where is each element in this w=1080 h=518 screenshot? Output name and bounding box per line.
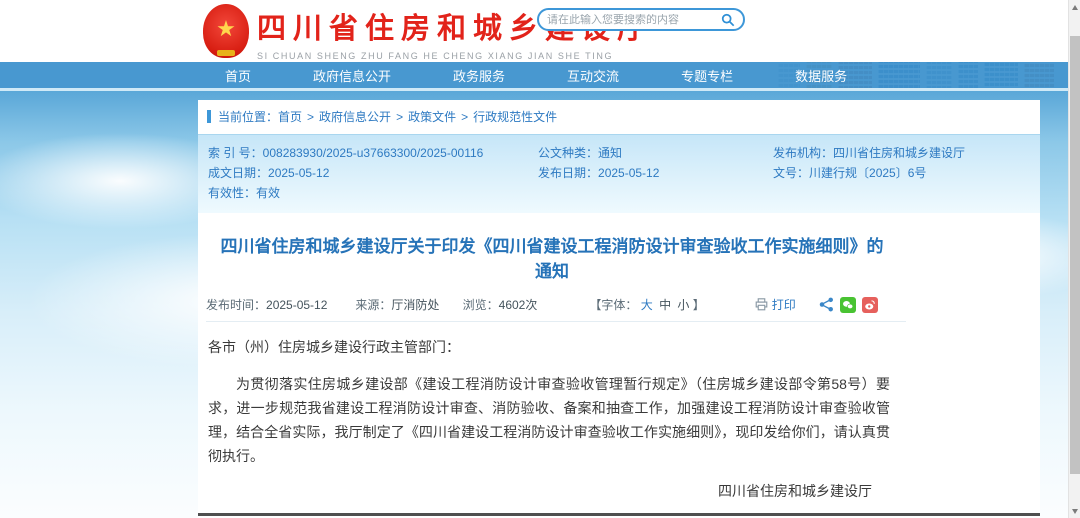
main-nav: 首页 政府信息公开 政务服务 互动交流 专题专栏 数据服务 [0, 62, 1068, 91]
breadcrumb-separator: > [307, 109, 315, 124]
weibo-share-icon[interactable] [862, 296, 878, 313]
nav-item-services[interactable]: 政务服务 [453, 66, 505, 85]
scroll-down-arrow[interactable] [1069, 504, 1080, 518]
footer-divider [198, 513, 1040, 516]
meta-index-number: 索 引 号：008283930/2025-u37663300/2025-0011… [208, 146, 484, 160]
breadcrumb-label: 当前位置： [218, 110, 279, 124]
share-icon[interactable] [819, 297, 834, 312]
print-button[interactable]: 打印 [755, 296, 796, 313]
document-meta-box: 索 引 号：008283930/2025-u37663300/2025-0011… [198, 134, 1040, 213]
breadcrumb-item-policy-docs[interactable]: 政策文件 [408, 108, 456, 125]
emblem-star-icon: ★ [216, 16, 236, 41]
meta-issuing-agency: 发布机构：四川省住房和城乡建设厅 [773, 146, 966, 160]
printer-icon [755, 298, 768, 311]
breadcrumb-item-regulatory-docs[interactable]: 行政规范性文件 [473, 108, 557, 125]
article: 四川省住房和城乡建设厅关于印发《四川省建设工程消防设计审查验收工作实施细则》的通… [198, 232, 906, 518]
article-title: 四川省住房和城乡建设厅关于印发《四川省建设工程消防设计审查验收工作实施细则》的通… [220, 237, 884, 281]
breadcrumb-separator: > [396, 109, 404, 124]
content-panel: 当前位置： 首页 > 政府信息公开 > 政策文件 > 行政规范性文件 索 引 号… [198, 100, 1040, 518]
article-signature: 四川省住房和城乡建设厅 [718, 483, 872, 499]
meta-written-date: 成文日期：2025-05-12 [208, 166, 330, 180]
nav-item-interaction[interactable]: 互动交流 [567, 66, 619, 85]
breadcrumb: 当前位置： 首页 > 政府信息公开 > 政策文件 > 行政规范性文件 [198, 100, 1040, 129]
article-salutation: 各市（州）住房城乡建设行政主管部门： [208, 339, 460, 355]
share-icons [819, 296, 878, 313]
breadcrumb-accent-bar [207, 110, 211, 123]
national-emblem-logo: ★ [203, 4, 249, 58]
font-label: 【字体： [589, 298, 638, 312]
article-info-bar: 发布时间：2025-05-12 来源：厅消防处 浏览：4602次 【字体： 大 … [206, 296, 878, 313]
scrollbar[interactable] [1068, 0, 1080, 518]
font-size-large-button[interactable]: 大 [641, 298, 653, 312]
font-label-close: 】 [692, 298, 705, 312]
view-count: 浏览：4602次 [462, 298, 538, 312]
meta-doc-number: 文号：川建行规〔2025〕6号 [773, 166, 927, 180]
nav-item-gov-info[interactable]: 政府信息公开 [313, 66, 391, 85]
article-paragraph: 为贯彻落实住房城乡建设部《建设工程消防设计审查验收管理暂行规定》（住房城乡建设部… [208, 376, 890, 464]
site-header: ★ 四川省住房和城乡建设厅 SI CHUAN SHENG ZHU FANG HE… [0, 0, 1068, 62]
meta-publish-date: 发布日期：2025-05-12 [538, 166, 660, 180]
scroll-up-arrow[interactable] [1069, 0, 1080, 14]
search-input[interactable] [547, 13, 721, 26]
meta-validity: 有效性：有效 [208, 186, 281, 200]
font-size-medium-button[interactable]: 中 [659, 298, 671, 312]
page: ★ 四川省住房和城乡建设厅 SI CHUAN SHENG ZHU FANG HE… [0, 0, 1080, 518]
meta-doc-type: 公文种类：通知 [538, 146, 623, 160]
nav-item-home[interactable]: 首页 [225, 66, 251, 85]
breadcrumb-item-home[interactable]: 首页 [278, 108, 302, 125]
breadcrumb-item-gov-info[interactable]: 政府信息公开 [319, 108, 391, 125]
breadcrumb-separator: > [461, 109, 469, 124]
wechat-share-icon[interactable] [840, 296, 856, 313]
article-source: 来源：厅消防处 [355, 298, 440, 312]
publish-time: 发布时间：2025-05-12 [206, 298, 328, 312]
font-size-small-button[interactable]: 小 [677, 298, 689, 312]
site-subtitle: SI CHUAN SHENG ZHU FANG HE CHENG XIANG J… [257, 51, 614, 61]
font-size-switcher: 【字体： 大 中 小 】 [589, 296, 704, 313]
info-divider [206, 321, 906, 322]
nav-item-data-services[interactable]: 数据服务 [795, 66, 847, 85]
nav-item-special-topics[interactable]: 专题专栏 [681, 66, 733, 85]
search-box[interactable] [537, 8, 745, 31]
search-icon[interactable] [721, 13, 735, 27]
scrollbar-thumb[interactable] [1070, 36, 1080, 474]
